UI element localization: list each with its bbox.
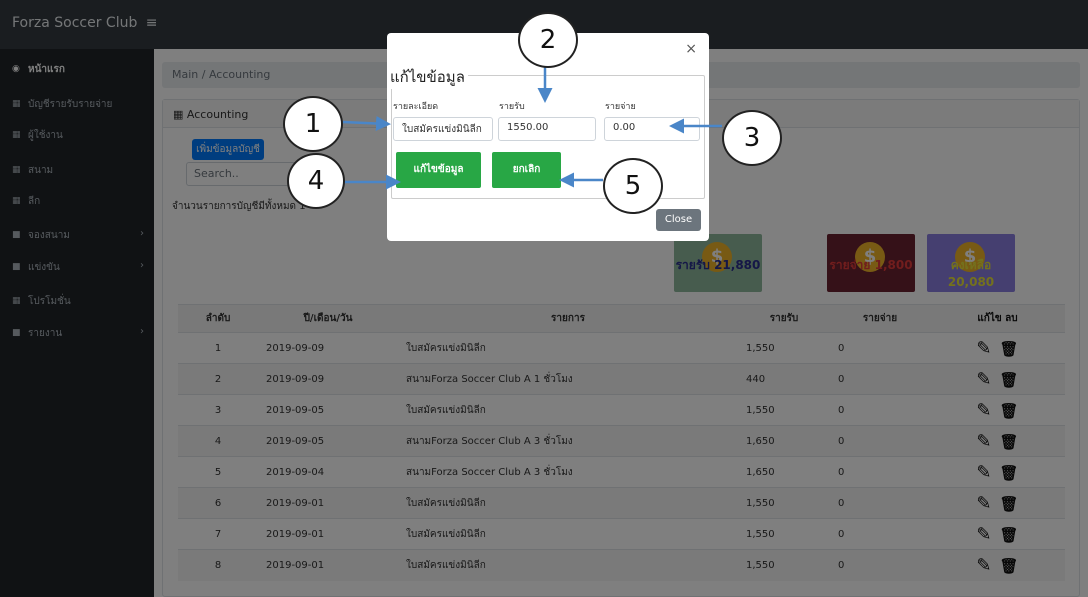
callout-2: 2	[518, 12, 578, 68]
callout-3: 3	[722, 110, 782, 166]
callout-5: 5	[603, 158, 663, 214]
callout-4: 4	[287, 153, 345, 209]
callout-arrows	[342, 65, 722, 190]
callout-1: 1	[283, 96, 343, 152]
arrow-1	[342, 115, 391, 131]
